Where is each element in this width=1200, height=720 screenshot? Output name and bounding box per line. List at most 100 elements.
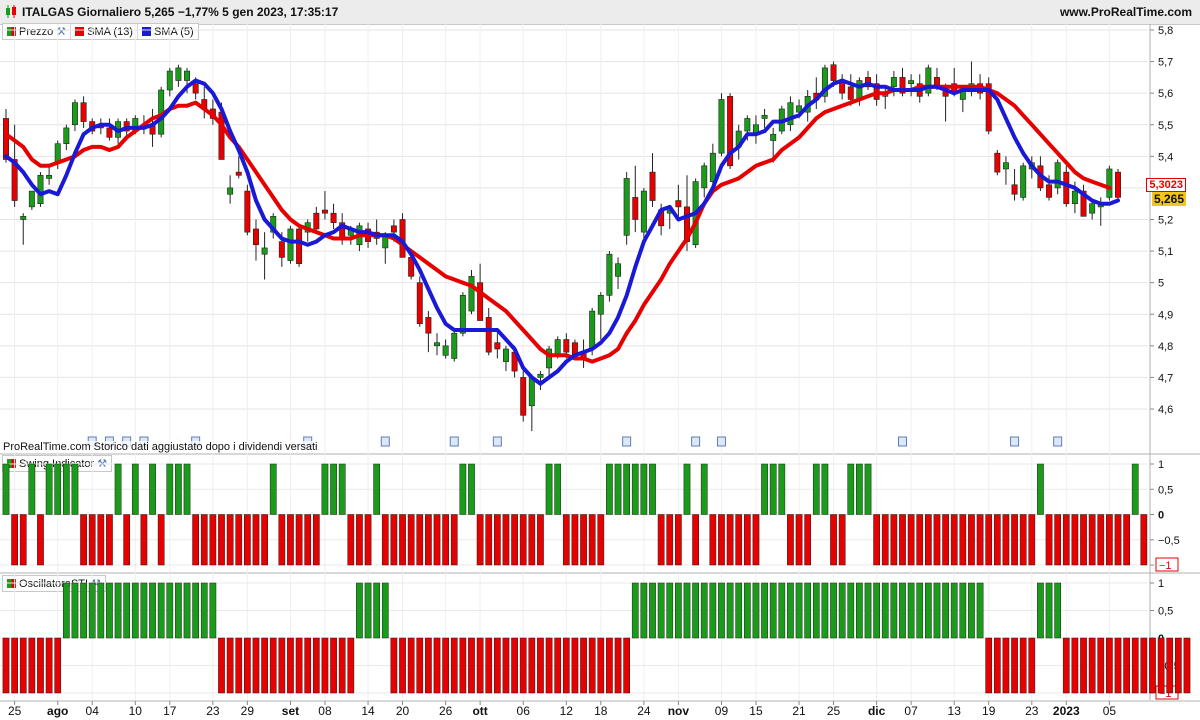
dividend-marker-icon xyxy=(1053,436,1063,447)
swing-bar xyxy=(192,514,199,566)
candle-body xyxy=(494,342,501,350)
swing-bar xyxy=(769,463,777,515)
candle-body xyxy=(434,342,440,347)
swing-bar xyxy=(623,463,631,515)
sti-bar xyxy=(1123,637,1130,694)
sti-bar xyxy=(295,637,303,694)
swing-bar xyxy=(114,463,122,515)
swing-tick-label: 0,5 xyxy=(1158,484,1173,496)
candle-body xyxy=(761,114,768,119)
sti-bar xyxy=(45,637,53,694)
swing-bar xyxy=(278,514,286,566)
sti-bar xyxy=(700,582,708,639)
sti-bar xyxy=(287,637,294,694)
sti-bar xyxy=(149,582,156,639)
sti-bar xyxy=(916,582,924,639)
sti-bar xyxy=(54,637,62,694)
sti-bar xyxy=(1114,637,1122,694)
candle-body xyxy=(485,317,492,353)
sti-bar xyxy=(106,582,113,639)
sti-bar xyxy=(312,637,320,694)
sti-bar xyxy=(450,637,458,694)
sti-bar xyxy=(476,637,484,694)
swing-bar xyxy=(1045,514,1053,566)
time-tick-label: 23 xyxy=(206,704,220,718)
sti-bar xyxy=(1011,637,1018,694)
swing-bar xyxy=(683,463,691,515)
time-tick-label: 04 xyxy=(86,704,100,718)
swing-bar xyxy=(11,514,18,566)
sti-bar xyxy=(1174,637,1182,694)
sti-bar xyxy=(769,582,777,639)
candle-body xyxy=(554,339,561,356)
candle-body xyxy=(287,228,294,261)
sti-bar xyxy=(252,637,260,694)
candle-body xyxy=(227,187,234,195)
swing-bar xyxy=(433,514,441,566)
swing-bar xyxy=(571,514,579,566)
swing-bar xyxy=(209,514,217,566)
sti-bar xyxy=(925,582,932,639)
sti-bar xyxy=(485,637,493,694)
time-tick-label: dic xyxy=(868,704,886,718)
candle-body xyxy=(184,70,190,81)
candle-body xyxy=(253,228,259,246)
sti-bar xyxy=(985,637,993,694)
candle-body xyxy=(563,339,570,353)
sti-bar xyxy=(192,582,199,639)
sti-bar xyxy=(993,637,1001,694)
price-tick-label: 4,7 xyxy=(1158,372,1173,384)
swing-tick-label: 0 xyxy=(1158,510,1164,522)
swing-tick-label: −1 xyxy=(1159,560,1172,572)
candle-body xyxy=(1115,171,1121,198)
swing-bar xyxy=(968,514,975,566)
sti-bar xyxy=(795,582,803,639)
sti-bar xyxy=(761,582,768,639)
time-tick-label: 13 xyxy=(948,704,962,718)
candle-body xyxy=(1011,184,1018,195)
sti-bar xyxy=(511,637,518,694)
swing-bar xyxy=(752,514,760,566)
candle-body xyxy=(416,282,423,325)
sti-bar xyxy=(261,637,268,694)
sti-bar xyxy=(502,637,510,694)
sti-bar xyxy=(11,637,18,694)
chart-area[interactable]: 5,85,75,65,55,45,35,25,154,94,84,74,610,… xyxy=(0,0,1200,720)
sti-bar xyxy=(976,582,984,639)
swing-bar xyxy=(700,463,708,515)
swing-tick-label: −0,5 xyxy=(1158,535,1180,547)
sti-bar xyxy=(200,582,208,639)
sti-bar xyxy=(1054,582,1062,639)
swing-bar xyxy=(71,463,79,515)
candle-body xyxy=(1089,203,1096,214)
swing-bar xyxy=(37,514,44,566)
sti-bar xyxy=(856,582,863,639)
swing-bar xyxy=(1088,514,1096,566)
swing-bar xyxy=(718,514,725,566)
candle-body xyxy=(425,317,432,334)
swing-bar xyxy=(175,463,182,515)
sti-bar xyxy=(131,582,139,639)
swing-bar xyxy=(640,463,648,515)
swing-bar xyxy=(562,514,570,566)
price-tick-label: 5,4 xyxy=(1158,151,1173,163)
sti-bar xyxy=(1183,637,1191,694)
sti-bar xyxy=(37,637,44,694)
swing-bar xyxy=(545,463,553,515)
swing-bar xyxy=(847,463,855,515)
sti-bar xyxy=(442,637,449,694)
swing-bar xyxy=(709,514,717,566)
swing-bar xyxy=(407,514,415,566)
swing-bar xyxy=(1002,514,1010,566)
sti-tick-label: 1 xyxy=(1158,578,1164,590)
swing-bar xyxy=(295,514,303,566)
price-tick-label: 5 xyxy=(1158,278,1164,290)
candle-body xyxy=(261,247,268,255)
price-tick-label: 5,5 xyxy=(1158,120,1173,132)
sti-bar xyxy=(269,637,277,694)
swing-bar xyxy=(347,514,355,566)
sti-bar xyxy=(830,582,837,639)
swing-bar xyxy=(666,514,674,566)
sti-bar xyxy=(373,582,381,639)
swing-bar xyxy=(19,514,27,566)
